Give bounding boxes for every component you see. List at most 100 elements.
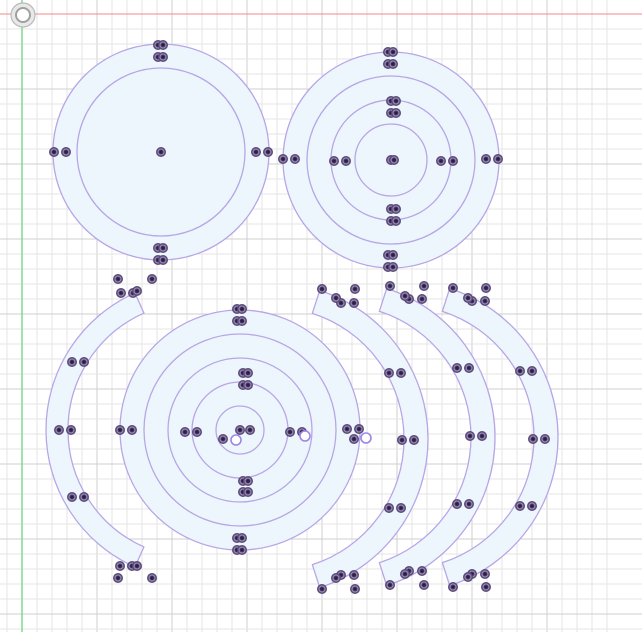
vertex-node[interactable]: [158, 52, 168, 62]
vertex-node[interactable]: [528, 434, 538, 444]
shapes-layer[interactable]: [45, 43, 559, 589]
vertex-node[interactable]: [67, 492, 77, 502]
vertex-node[interactable]: [448, 582, 458, 592]
vertex-node[interactable]: [218, 434, 228, 444]
vertex-node[interactable]: [397, 435, 407, 445]
vertex-node[interactable]: [481, 283, 491, 293]
vertex-node[interactable]: [116, 288, 126, 298]
vertex-node[interactable]: [391, 96, 401, 106]
vertex-node[interactable]: [329, 156, 339, 166]
vertex-node[interactable]: [400, 291, 410, 301]
vertex-node[interactable]: [481, 154, 491, 164]
vertex-node[interactable]: [481, 582, 491, 592]
vertex-node[interactable]: [448, 283, 458, 293]
vertex-node[interactable]: [235, 425, 245, 435]
vertex-node[interactable]: [245, 425, 255, 435]
vertex-node[interactable]: [113, 573, 123, 583]
vertex-node[interactable]: [480, 569, 490, 579]
vertex-node[interactable]: [317, 584, 327, 594]
vertex-node[interactable]: [464, 363, 474, 373]
vertex-node[interactable]: [115, 561, 125, 571]
vertex-node[interactable]: [396, 368, 406, 378]
vertex-node[interactable]: [480, 296, 490, 306]
vertex-node[interactable]: [237, 316, 247, 326]
vertex-node[interactable]: [243, 368, 253, 378]
vertex-node[interactable]: [243, 487, 253, 497]
vertex-node[interactable]: [419, 281, 429, 291]
vertex-node[interactable]: [147, 274, 157, 284]
vertex-node[interactable]: [147, 573, 157, 583]
vertex-node[interactable]: [278, 154, 288, 164]
vertex-node[interactable]: [350, 284, 360, 294]
vertex-node[interactable]: [66, 425, 76, 435]
vertex-node[interactable]: [349, 570, 359, 580]
vertex-node[interactable]: [263, 147, 273, 157]
vertex-node[interactable]: [237, 545, 247, 555]
vertex-node[interactable]: [389, 155, 399, 165]
vertex-node[interactable]: [452, 363, 462, 373]
vertex-node[interactable]: [465, 431, 475, 441]
vertex-node[interactable]: [409, 435, 419, 445]
vertex-node[interactable]: [349, 434, 359, 444]
vertex-node[interactable]: [493, 154, 503, 164]
vertex-node[interactable]: [180, 427, 190, 437]
vertex-node[interactable]: [158, 243, 168, 253]
vertex-node[interactable]: [452, 499, 462, 509]
vertex-node[interactable]: [290, 154, 300, 164]
vertex-node[interactable]: [527, 366, 537, 376]
vertex-node[interactable]: [388, 262, 398, 272]
vertex-node[interactable]: [156, 147, 166, 157]
selected-node[interactable]: [360, 432, 372, 444]
vertex-node[interactable]: [417, 294, 427, 304]
selected-node[interactable]: [299, 430, 311, 442]
vertex-node[interactable]: [61, 147, 71, 157]
vertex-node[interactable]: [396, 503, 406, 513]
vertex-node[interactable]: [527, 501, 537, 511]
vertex-node[interactable]: [158, 40, 168, 50]
vertex-node[interactable]: [463, 293, 473, 303]
vertex-node[interactable]: [251, 147, 261, 157]
vertex-node[interactable]: [54, 425, 64, 435]
vertex-node[interactable]: [391, 108, 401, 118]
vertex-node[interactable]: [113, 274, 123, 284]
vertex-node[interactable]: [79, 492, 89, 502]
vertex-node[interactable]: [285, 427, 295, 437]
vertex-node[interactable]: [464, 499, 474, 509]
vertex-node[interactable]: [463, 572, 473, 582]
vertex-node[interactable]: [127, 425, 137, 435]
canvas-workspace[interactable]: [0, 0, 642, 632]
vertex-node[interactable]: [342, 424, 352, 434]
vertex-node[interactable]: [350, 584, 360, 594]
vertex-node[interactable]: [341, 156, 351, 166]
vertex-node[interactable]: [419, 580, 429, 590]
vertex-node[interactable]: [436, 156, 446, 166]
vertex-node[interactable]: [237, 304, 247, 314]
vertex-node[interactable]: [67, 357, 77, 367]
vertex-node[interactable]: [400, 569, 410, 579]
circle-tool-icon[interactable]: [10, 2, 36, 28]
vertex-node[interactable]: [515, 501, 525, 511]
vertex-node[interactable]: [243, 476, 253, 486]
vertex-node[interactable]: [384, 368, 394, 378]
vertex-node[interactable]: [331, 573, 341, 583]
selected-node[interactable]: [230, 434, 242, 446]
vertex-node[interactable]: [417, 566, 427, 576]
vertex-node[interactable]: [192, 427, 202, 437]
vertex-node[interactable]: [448, 156, 458, 166]
vertex-node[interactable]: [79, 357, 89, 367]
vertex-node[interactable]: [515, 366, 525, 376]
vertex-node[interactable]: [132, 286, 142, 296]
vertex-node[interactable]: [385, 281, 395, 291]
vertex-node[interactable]: [540, 434, 550, 444]
vertex-node[interactable]: [388, 47, 398, 57]
vertex-node[interactable]: [354, 424, 364, 434]
vertex-node[interactable]: [49, 147, 59, 157]
vertex-node[interactable]: [317, 284, 327, 294]
vertex-node[interactable]: [115, 425, 125, 435]
vertex-node[interactable]: [477, 431, 487, 441]
vertex-node[interactable]: [385, 580, 395, 590]
vertex-node[interactable]: [388, 250, 398, 260]
drawing-canvas[interactable]: [0, 0, 642, 632]
vertex-node[interactable]: [237, 533, 247, 543]
vertex-node[interactable]: [158, 255, 168, 265]
